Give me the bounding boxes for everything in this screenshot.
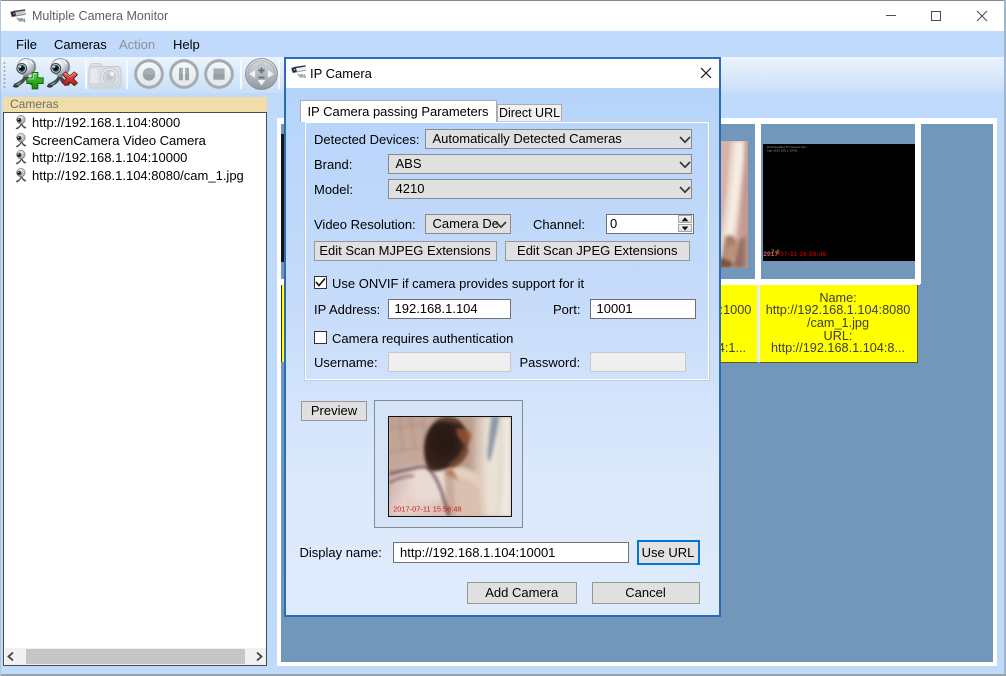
svg-text:2017-07-11 15:56:48: 2017-07-11 15:56:48 — [393, 504, 462, 513]
